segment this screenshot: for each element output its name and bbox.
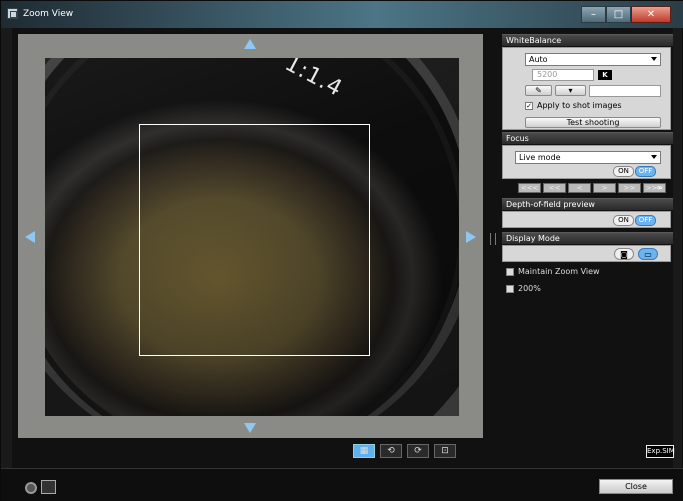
zoom-frame[interactable] <box>139 124 370 356</box>
apply-shot-checkbox[interactable]: ✓ <box>525 102 533 110</box>
window-title: Zoom View <box>23 9 74 19</box>
dof-on-button[interactable]: ON <box>613 215 634 226</box>
dof-off-button[interactable]: OFF <box>635 215 656 226</box>
display-mode-box: ◙ ▭ <box>502 245 671 262</box>
window-controls: – □ ✕ <box>581 6 671 23</box>
white-balance-box: Auto 5200 K ✎ ▾ ✓ Apply to shot images T… <box>502 47 671 130</box>
focus-mode-value: Live mode <box>519 153 561 162</box>
zoom-view-window: Zoom View – □ ✕ 1:1.4 ▦ ⟲ ⟳ ⊡ WhiteBalan… <box>0 0 683 501</box>
focus-header: Focus <box>502 132 673 144</box>
test-shooting-button[interactable]: Test shooting <box>525 117 661 128</box>
dof-on-off-toggle: ON OFF <box>613 215 656 226</box>
infinity-icon: ∞ <box>656 183 663 192</box>
viewer-toolbar: ▦ ⟲ ⟳ ⊡ <box>353 444 456 458</box>
maintain-zoom-option[interactable]: Maintain Zoom View <box>506 267 600 276</box>
title-bar: Zoom View – □ ✕ <box>1 1 683 28</box>
zoom-200-label: 200% <box>518 284 541 293</box>
maintain-zoom-checkbox[interactable] <box>506 267 514 276</box>
focus-step-far-large[interactable]: <<< <box>518 183 541 193</box>
scroll-left-arrow-icon[interactable] <box>25 231 35 243</box>
white-balance-select[interactable]: Auto <box>525 53 661 66</box>
focus-step-near-small[interactable]: > <box>593 183 616 193</box>
app-icon <box>7 8 18 19</box>
display-mode-header: Display Mode <box>502 232 673 244</box>
fit-icon[interactable]: ⊡ <box>434 444 456 458</box>
focus-on-button[interactable]: ON <box>613 166 634 177</box>
monitor-icon[interactable]: ▭ <box>638 248 658 260</box>
maximize-button[interactable]: □ <box>606 6 631 23</box>
rotate-right-icon[interactable]: ⟳ <box>407 444 429 458</box>
white-balance-header: WhiteBalance <box>502 34 673 46</box>
focus-box: Live mode ON OFF <box>502 145 671 179</box>
dof-header: Depth-of-field preview <box>502 198 673 210</box>
maintain-zoom-label: Maintain Zoom View <box>518 267 600 276</box>
zoom-200-checkbox[interactable] <box>506 284 514 293</box>
dof-box: ON OFF <box>502 211 671 228</box>
focus-step-far-small[interactable]: < <box>568 183 591 193</box>
camera-status-icon[interactable] <box>25 482 37 494</box>
kelvin-input[interactable]: 5200 <box>532 69 594 81</box>
wb-custom-field[interactable] <box>589 85 661 97</box>
remote-shooting-icon[interactable] <box>41 480 56 494</box>
close-button[interactable]: Close <box>599 479 673 494</box>
apply-shot-label: Apply to shot images <box>537 101 622 110</box>
minimize-button[interactable]: – <box>581 6 606 23</box>
focus-on-off-toggle: ON OFF <box>613 166 656 177</box>
zoom-200-option[interactable]: 200% <box>506 284 541 293</box>
kelvin-badge: K <box>598 70 612 80</box>
scroll-down-arrow-icon[interactable] <box>244 423 256 433</box>
exp-sim-badge: Exp.SIM <box>646 445 675 458</box>
close-window-button[interactable]: ✕ <box>631 6 671 23</box>
panel-splitter[interactable] <box>490 233 496 245</box>
wb-shift-select[interactable]: ▾ <box>555 85 586 96</box>
zoom-icon[interactable]: ▦ <box>353 444 375 458</box>
scroll-right-arrow-icon[interactable] <box>466 231 476 243</box>
rotate-left-icon[interactable]: ⟲ <box>380 444 402 458</box>
eyedropper-button[interactable]: ✎ <box>525 85 552 96</box>
scroll-up-arrow-icon[interactable] <box>244 39 256 49</box>
footer-bar <box>1 468 683 501</box>
focus-step-near-medium[interactable]: >> <box>618 183 641 193</box>
focus-step-far-medium[interactable]: << <box>543 183 566 193</box>
focus-steps: <<< << < > >> >>> <box>518 183 666 193</box>
focus-mode-select[interactable]: Live mode <box>515 151 661 164</box>
focus-off-button[interactable]: OFF <box>635 166 656 177</box>
white-balance-value: Auto <box>529 55 548 64</box>
camera-icon[interactable]: ◙ <box>614 248 634 260</box>
chevron-down-icon <box>651 155 657 159</box>
chevron-down-icon <box>651 57 657 61</box>
